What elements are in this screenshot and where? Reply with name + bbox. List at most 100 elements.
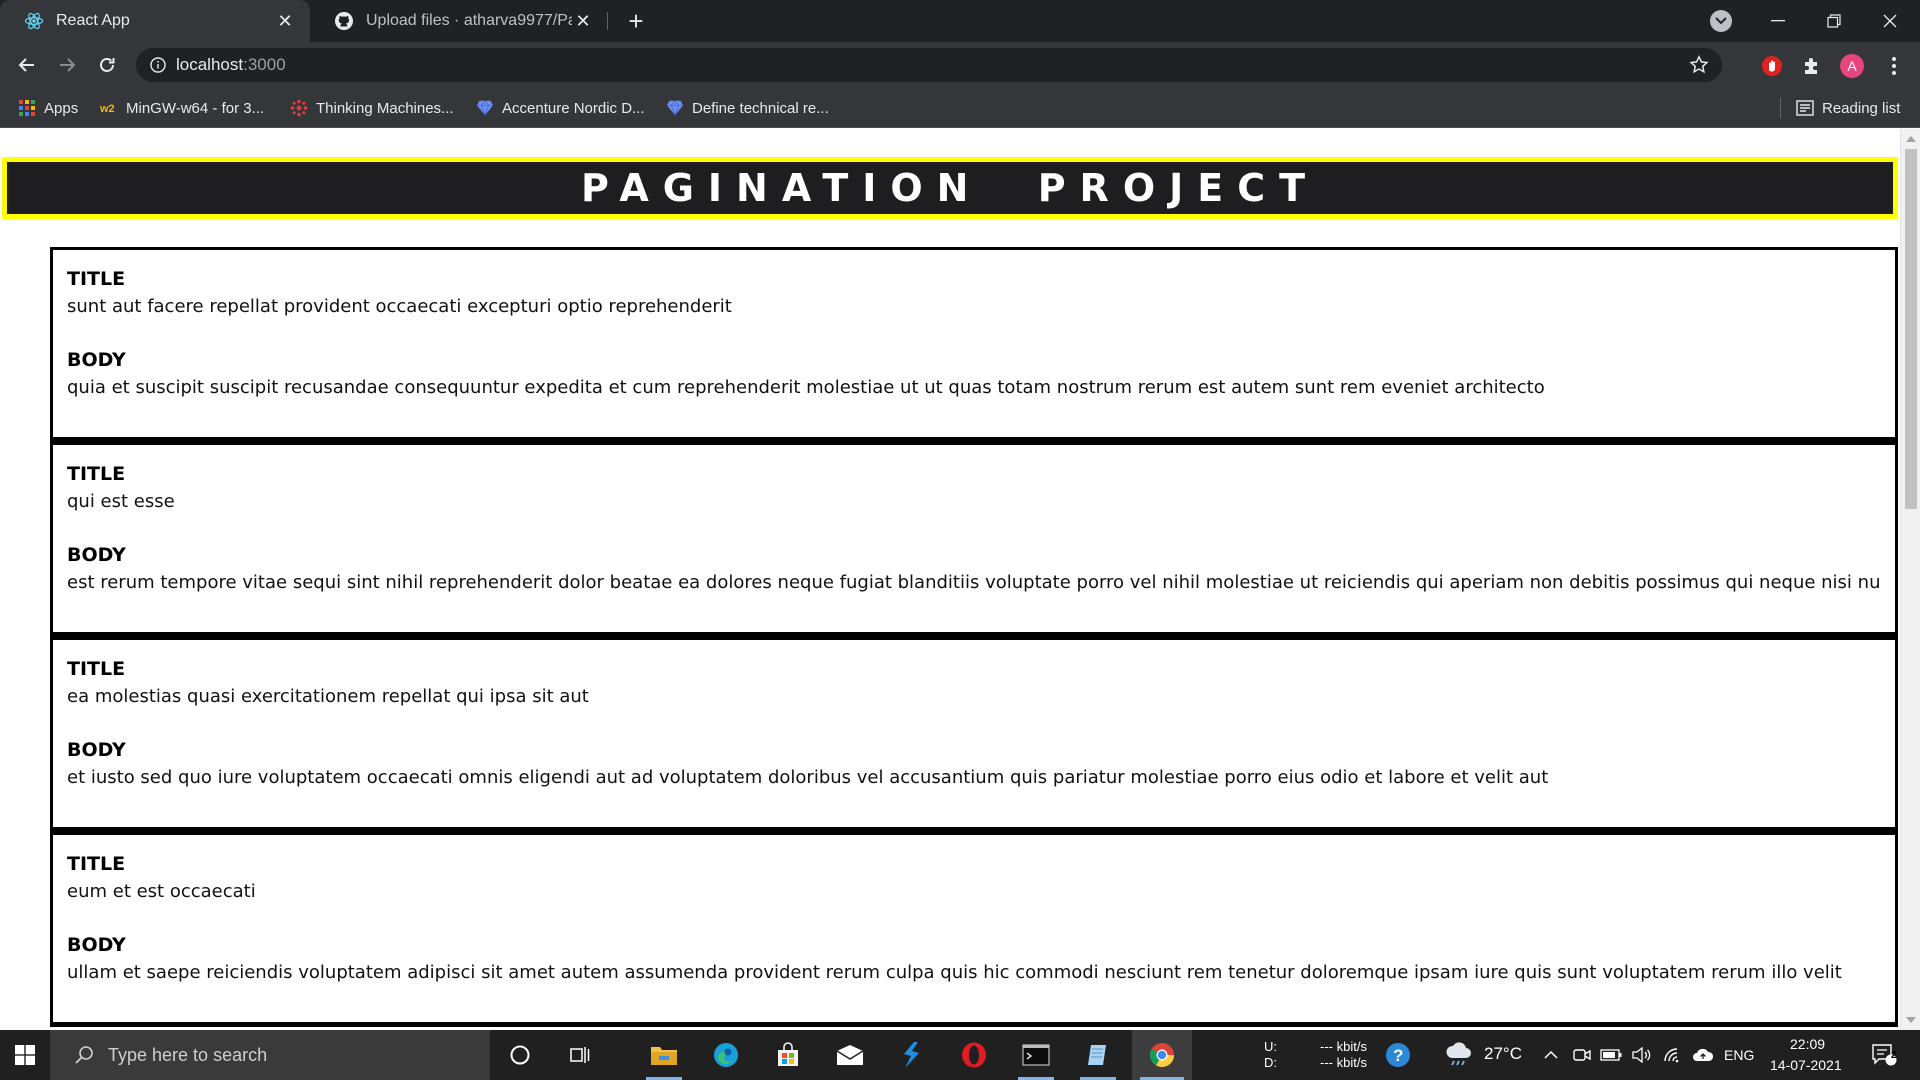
visual-studio-app[interactable] <box>886 1030 938 1080</box>
bookmark-thinking-machines[interactable]: Thinking Machines... <box>290 88 454 128</box>
post-title: qui est esse <box>67 491 175 512</box>
tab-upload-files[interactable]: Upload files · atharva9977/Pagina ✕ <box>310 0 608 42</box>
bookmark-label: MinGW-w64 - for 3... <box>126 99 265 117</box>
cortana-circle-icon <box>510 1045 530 1065</box>
wifi-icon[interactable] <box>1660 1030 1686 1080</box>
profile-avatar[interactable]: A <box>1840 54 1864 78</box>
reading-list-button[interactable]: Reading list <box>1796 88 1900 128</box>
notepad-icon <box>1088 1045 1106 1065</box>
battery-icon[interactable] <box>1598 1030 1624 1080</box>
bookmark-define-technical[interactable]: Define technical re... <box>666 88 829 128</box>
task-view-button[interactable] <box>554 1030 606 1080</box>
extensions-puzzle-icon[interactable] <box>1800 54 1824 78</box>
help-button[interactable]: ? <box>1382 1030 1414 1080</box>
thinking-machines-icon <box>290 99 308 117</box>
bookmarks-bar: Apps w2 MinGW-w64 - for 3... Thinking Ma… <box>0 88 1920 128</box>
post-body: est rerum tempore vitae sequi sint nihil… <box>67 572 1881 593</box>
clock-time[interactable]: 22:09 <box>1790 1036 1825 1052</box>
mingw-icon: w2 <box>100 99 118 117</box>
show-hidden-icons-button[interactable] <box>1540 1030 1562 1080</box>
close-window-button[interactable] <box>1862 0 1918 42</box>
page-viewport: PAGINATION PROJECT TITLE sunt aut facere… <box>0 129 1920 1030</box>
title-label: TITLE <box>67 463 126 485</box>
body-label: BODY <box>67 349 126 371</box>
post-body: ullam et saepe reiciendis voluptatem adi… <box>67 962 1842 983</box>
terminal-app[interactable] <box>1010 1030 1062 1080</box>
back-button[interactable] <box>12 50 42 80</box>
new-tab-button[interactable]: + <box>622 7 650 35</box>
bookmark-accenture[interactable]: Accenture Nordic D... <box>476 88 645 128</box>
chrome-icon <box>1149 1043 1174 1068</box>
post-card: TITLE qui est esse BODY est rerum tempor… <box>50 442 1898 637</box>
terminal-icon <box>1022 1044 1050 1066</box>
weather-widget[interactable] <box>1442 1030 1476 1080</box>
close-tab-icon[interactable]: ✕ <box>274 10 296 32</box>
reload-icon <box>100 58 115 72</box>
post-title: ea molestias quasi exercitationem repell… <box>67 686 589 707</box>
tab-react-app[interactable]: React App ✕ <box>0 0 310 42</box>
scroll-down-arrow-icon[interactable] <box>1906 1017 1916 1023</box>
info-icon[interactable] <box>150 57 166 73</box>
meet-now-icon[interactable] <box>1570 1030 1594 1080</box>
scroll-up-arrow-icon[interactable] <box>1906 136 1916 142</box>
minimize-button[interactable] <box>1750 0 1806 42</box>
address-bar[interactable]: localhost:3000 <box>136 48 1722 82</box>
post-body: et iusto sed quo iure voluptatem occaeca… <box>67 767 1549 788</box>
file-explorer-app[interactable] <box>638 1030 690 1080</box>
bookmark-label: Apps <box>44 99 79 117</box>
opera-app[interactable] <box>948 1030 1000 1080</box>
bookmark-label: Define technical re... <box>692 99 829 117</box>
onedrive-cloud-icon[interactable] <box>1690 1030 1716 1080</box>
bookmark-apps[interactable]: Apps <box>18 88 78 128</box>
search-icon <box>75 1046 93 1064</box>
reload-button[interactable] <box>92 50 122 80</box>
notepad-app[interactable] <box>1072 1030 1124 1080</box>
close-tab-icon[interactable]: ✕ <box>572 10 594 32</box>
chrome-app[interactable] <box>1132 1030 1192 1080</box>
post-card: TITLE sunt aut facere repellat provident… <box>50 247 1898 442</box>
apps-grid-icon <box>18 99 36 117</box>
arrow-right-icon <box>60 58 76 72</box>
page-scrollbar[interactable] <box>1900 129 1920 1030</box>
rain-cloud-icon <box>1446 1042 1471 1066</box>
chrome-menu-button[interactable] <box>1882 54 1906 78</box>
react-icon <box>24 11 44 31</box>
bookmark-mingw[interactable]: w2 MinGW-w64 - for 3... <box>100 88 264 128</box>
clock-date[interactable]: 14-07-2021 <box>1770 1057 1842 1073</box>
weather-temperature[interactable]: 27°C <box>1484 1045 1522 1062</box>
taskbar-search-input[interactable]: Type here to search <box>50 1030 490 1080</box>
task-view-icon <box>570 1047 590 1063</box>
mail-envelope-icon <box>836 1045 864 1065</box>
folder-icon <box>651 1047 677 1065</box>
title-label: TITLE <box>67 853 126 875</box>
post-title: eum et est occaecati <box>67 881 256 902</box>
store-bag-icon <box>778 1042 798 1066</box>
volume-icon[interactable] <box>1628 1030 1654 1080</box>
cortana-button[interactable] <box>494 1030 546 1080</box>
tab-title: Upload files · atharva9977/Pagina <box>366 12 572 29</box>
input-language[interactable]: ENG <box>1724 1047 1754 1063</box>
mail-app[interactable] <box>824 1030 876 1080</box>
action-center-button[interactable]: 2 <box>1864 1030 1904 1080</box>
post-card: TITLE eum et est occaecati BODY ullam et… <box>50 832 1898 1027</box>
forward-button[interactable] <box>52 50 82 80</box>
reading-list-icon <box>1796 99 1814 117</box>
scrollbar-thumb[interactable] <box>1905 149 1917 509</box>
extension-adblock-icon[interactable] <box>1760 54 1784 78</box>
net-download-label: D: <box>1264 1055 1277 1070</box>
edge-app[interactable] <box>700 1030 752 1080</box>
url-host: localhost <box>176 55 244 74</box>
bookmark-label: Accenture Nordic D... <box>502 99 645 117</box>
chevron-down-icon <box>1715 17 1727 25</box>
title-label: TITLE <box>67 268 126 290</box>
restore-button[interactable] <box>1806 0 1862 42</box>
windows-taskbar: Type here to search U: D: --- kbit/s ---… <box>0 1030 1920 1080</box>
windows-logo-icon <box>15 1045 35 1065</box>
microsoft-store-app[interactable] <box>762 1030 814 1080</box>
url-port: :3000 <box>243 55 286 74</box>
browser-toolbar: localhost:3000 A <box>0 42 1920 88</box>
search-placeholder: Type here to search <box>108 1044 268 1065</box>
tab-search-button[interactable] <box>1710 10 1732 32</box>
start-button[interactable] <box>0 1030 50 1080</box>
bookmark-star-icon[interactable] <box>1688 54 1710 76</box>
